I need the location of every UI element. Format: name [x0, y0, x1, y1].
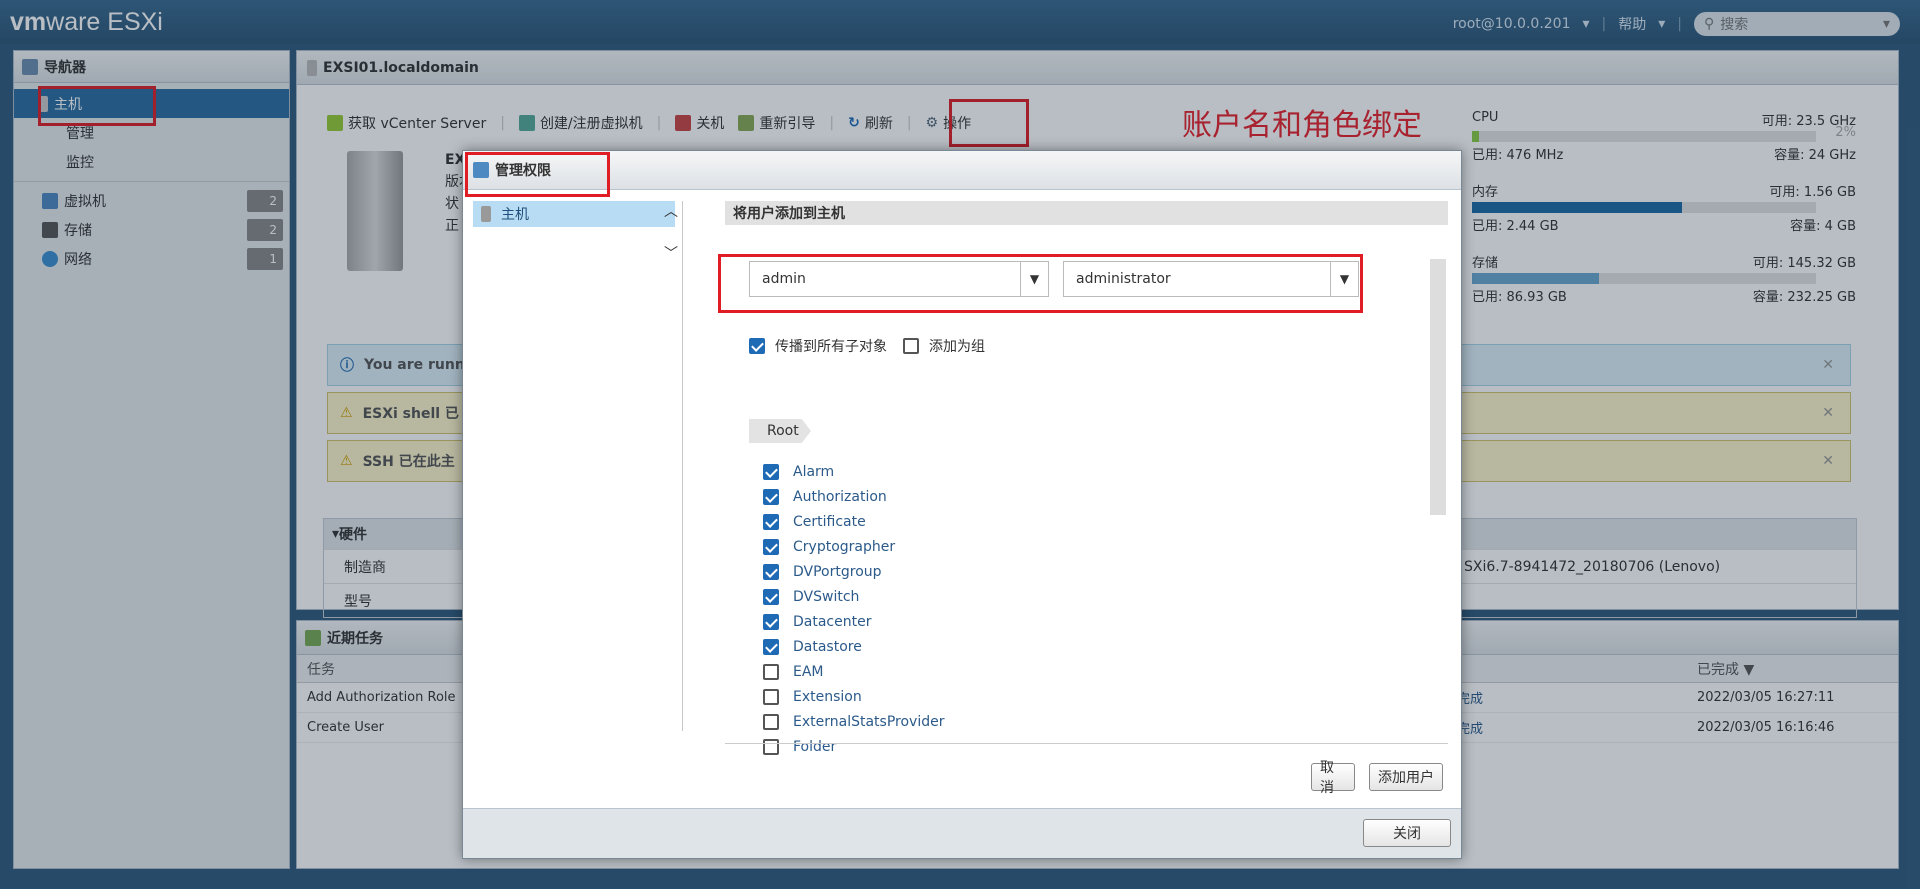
list-item: Datacenter: [763, 609, 944, 634]
section-header: 将用户添加到主机: [725, 201, 1448, 225]
list-item: Certificate: [763, 509, 944, 534]
add-group-checkbox[interactable]: [903, 338, 919, 354]
list-item: DVSwitch: [763, 584, 944, 609]
list-item: Alarm: [763, 459, 944, 484]
highlight-box: [718, 254, 1363, 313]
scrollbar[interactable]: [1428, 237, 1448, 745]
list-item: Extension: [763, 684, 944, 709]
add-user-button[interactable]: 添加用户: [1369, 763, 1443, 791]
close-button[interactable]: 关闭: [1363, 819, 1451, 847]
privilege-list: Alarm Authorization Certificate Cryptogr…: [763, 459, 944, 759]
chevron-down-icon[interactable]: ﹀: [664, 243, 678, 263]
propagate-checkbox[interactable]: [749, 338, 765, 354]
list-item: Authorization: [763, 484, 944, 509]
list-item: Cryptographer: [763, 534, 944, 559]
list-item: Datastore: [763, 634, 944, 659]
list-item: EAM: [763, 659, 944, 684]
list-item: ExternalStatsProvider: [763, 709, 944, 734]
list-item: DVPortgroup: [763, 559, 944, 584]
list-item: Folder: [763, 734, 944, 759]
host-icon: [481, 206, 491, 222]
highlight-box: [465, 152, 610, 197]
cancel-button[interactable]: 取消: [1311, 759, 1355, 795]
breadcrumb-root[interactable]: Root: [749, 419, 811, 443]
chevron-up-icon[interactable]: ︿: [664, 201, 678, 221]
tree-item-host[interactable]: 主机: [473, 201, 675, 227]
